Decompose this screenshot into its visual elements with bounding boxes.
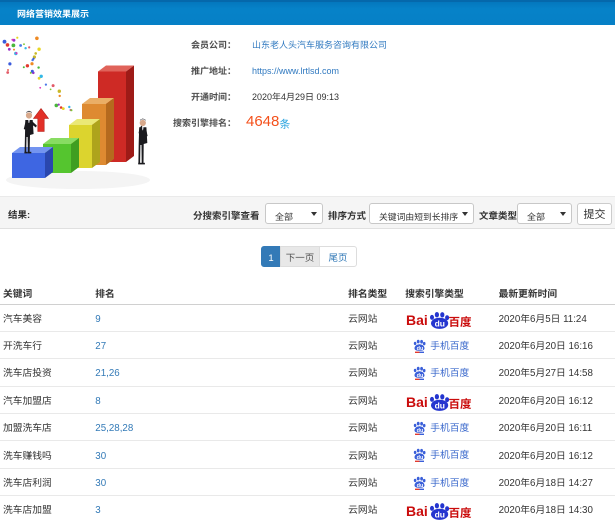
svg-text:du: du bbox=[435, 317, 445, 329]
svg-text:百度: 百度 bbox=[449, 313, 472, 328]
svg-text:Bai: Bai bbox=[406, 311, 428, 329]
svg-text:du: du bbox=[417, 481, 424, 489]
svg-text:du: du bbox=[417, 344, 424, 352]
svg-text:Bai: Bai bbox=[406, 502, 428, 520]
svg-text:du: du bbox=[417, 426, 424, 434]
svg-text:du: du bbox=[417, 371, 424, 379]
svg-text:du: du bbox=[435, 399, 445, 411]
svg-text:du: du bbox=[417, 453, 424, 461]
svg-text:百度: 百度 bbox=[449, 505, 472, 520]
svg-text:Bai: Bai bbox=[406, 393, 428, 411]
svg-text:百度: 百度 bbox=[449, 396, 472, 411]
svg-text:du: du bbox=[435, 509, 445, 520]
